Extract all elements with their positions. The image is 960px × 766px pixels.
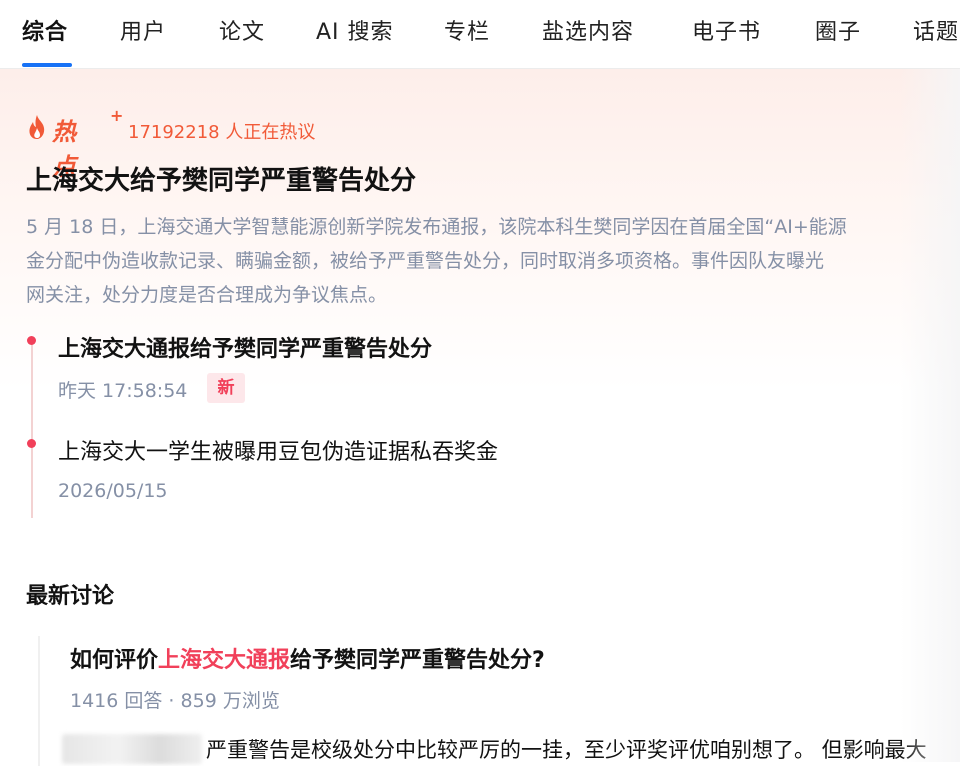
search-tabs: 综合 用户 论文 AI 搜索 专栏 盐选内容 电子书 圈子 话题 [0,0,960,69]
summary-line: 网关注，处分力度是否合理成为争议焦点。 [26,284,388,306]
summary-line: 5 月 18 日，上海交通大学智慧能源创新学院发布通报，该院本科生樊同学因在首届… [26,216,847,238]
timeline-dot [27,336,36,345]
timeline-item-title[interactable]: 上海交大通报给予樊同学严重警告处分 [58,331,432,363]
tab-columns[interactable]: 专栏 [444,14,490,46]
sparkle-icon: + [110,106,124,125]
tab-users[interactable]: 用户 [120,14,166,46]
tab-salt-content[interactable]: 盐选内容 [542,14,634,46]
hot-headline[interactable]: 上海交大给予樊同学严重警告处分 [26,160,416,197]
new-badge: 新 [207,373,245,403]
question-highlight: 上海交大通报 [158,648,291,673]
timeline-item-time: 2026/05/15 [58,480,168,502]
flame-icon [29,115,45,139]
tab-circles[interactable]: 圈子 [815,14,861,46]
timeline-item-title[interactable]: 上海交大一学生被曝用豆包伪造证据私吞奖金 [58,434,498,466]
tab-ai-search[interactable]: AI 搜索 [316,14,394,46]
summary-line: 金分配中伪造收款记录、瞒骗金额，被给予严重警告处分，同时取消多项资格。事件因队友… [26,250,825,272]
tab-comprehensive[interactable]: 综合 [22,14,68,46]
active-tab-indicator [22,63,72,67]
question-suffix: 给予樊同学严重警告处分? [290,648,545,673]
timeline-dot [27,439,36,448]
timeline-item-time: 昨天 17:58:54 [58,380,188,402]
discussion-divider [38,636,40,766]
question-title[interactable]: 如何评价上海交大通报给予樊同学严重警告处分? [70,642,545,674]
tab-topics[interactable]: 话题 [913,14,959,46]
hot-summary: 5 月 18 日，上海交通大学智慧能源创新学院发布通报，该院本科生樊同学因在首届… [26,210,960,312]
blurred-author [62,734,202,764]
tab-ebooks[interactable]: 电子书 [692,14,761,46]
question-stats: 1416 回答 · 859 万浏览 [70,690,280,712]
tab-papers[interactable]: 论文 [219,14,265,46]
timeline-line [31,340,33,518]
section-title-latest-discussion: 最新讨论 [26,584,115,609]
question-prefix: 如何评价 [70,648,159,673]
hot-discussion-count: 17192218 人正在热议 [128,122,316,143]
answer-excerpt[interactable]: 严重警告是校级处分中比较严厉的一挂，至少评奖评优咱别想了。 但影响最大 [206,734,927,764]
